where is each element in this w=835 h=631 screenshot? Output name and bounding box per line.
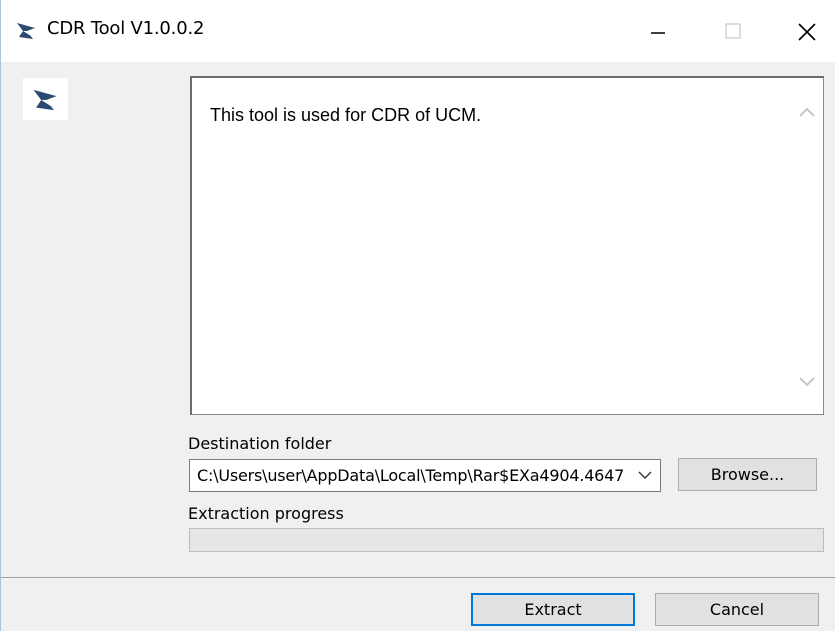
minimize-button[interactable] [623,0,693,62]
maximize-button[interactable] [698,0,768,62]
destination-folder-combo[interactable]: C:\Users\user\AppData\Local\Temp\Rar$EXa… [189,459,661,492]
browse-button[interactable]: Browse... [678,458,817,491]
app-logo-icon [15,20,37,42]
title-bar[interactable]: CDR Tool V1.0.0.2 [1,0,835,62]
cancel-button[interactable]: Cancel [655,593,819,626]
side-logo [23,78,68,120]
extraction-progress-bar [189,528,824,552]
destination-folder-label: Destination folder [188,434,332,453]
destination-folder-value: C:\Users\user\AppData\Local\Temp\Rar$EXa… [197,466,625,485]
minimize-icon [651,32,665,34]
maximize-icon [725,23,741,39]
description-text: This tool is used for CDR of UCM. [210,105,482,125]
extraction-progress-label: Extraction progress [188,504,344,523]
window-title: CDR Tool V1.0.0.2 [47,18,205,39]
chevron-up-icon[interactable] [798,106,816,118]
extract-button[interactable]: Extract [471,593,635,626]
description-textbox[interactable]: This tool is used for CDR of UCM. [190,76,824,415]
dropdown-chevron-icon[interactable] [638,471,652,480]
footer-divider [1,577,835,578]
vertical-scrollbar[interactable] [789,78,823,414]
cdr-tool-window: CDR Tool V1.0.0.2 This tool is used for … [0,0,835,631]
grandstream-logo-icon [33,89,57,111]
chevron-down-icon[interactable] [798,376,816,388]
close-icon [798,23,816,41]
close-button[interactable] [771,0,835,62]
